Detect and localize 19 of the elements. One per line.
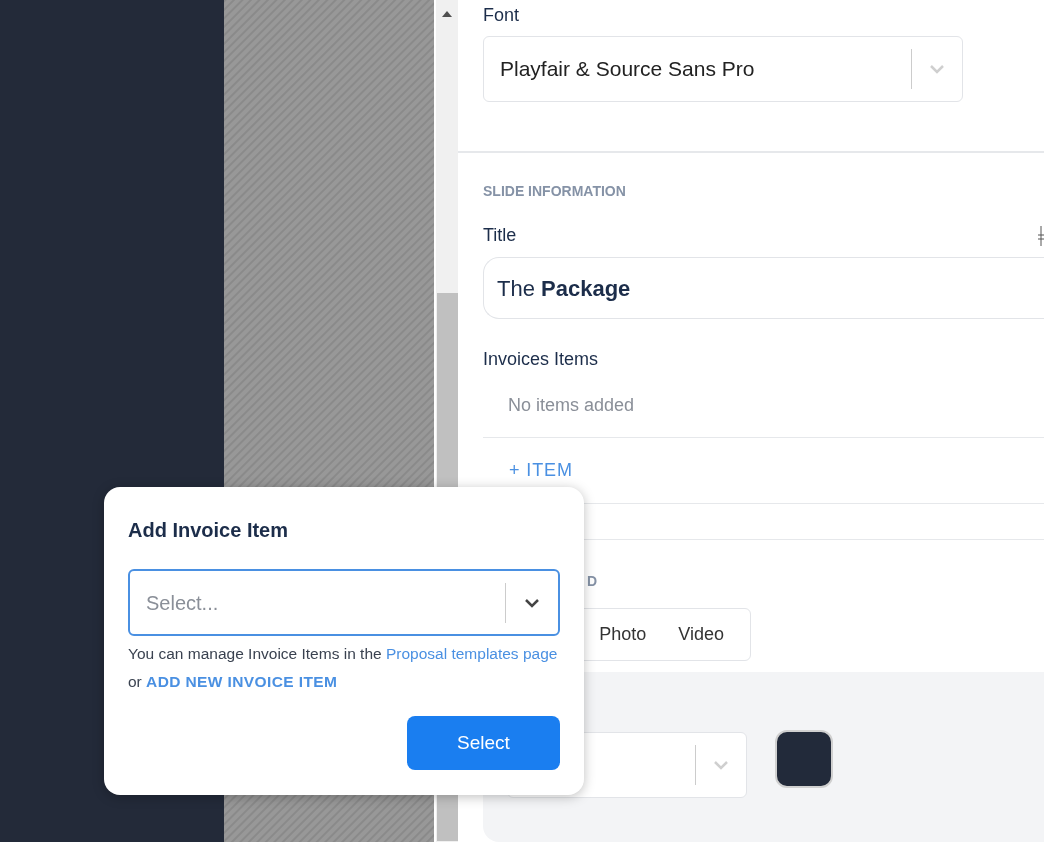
- media-tab[interactable]: Photo: [583, 615, 663, 654]
- select-button[interactable]: Select: [407, 716, 560, 770]
- invoice-item-select[interactable]: Select...: [128, 569, 560, 636]
- color-swatch[interactable]: [775, 730, 833, 788]
- font-select[interactable]: Playfair & Source Sans Pro: [483, 36, 963, 102]
- section-heading: D: [586, 572, 599, 591]
- help-text: You can manage Invoice Items in the Proposal templates page or ADD NEW INVOICE ITEM: [128, 644, 559, 692]
- dialog-title: Add Invoice Item: [128, 518, 290, 543]
- empty-state-text: No items added: [483, 392, 1044, 438]
- field-label: Invoices Items: [483, 348, 600, 371]
- title-field[interactable]: The Package: [483, 257, 1044, 319]
- media-tab[interactable]: Video: [662, 615, 740, 654]
- sliders-icon[interactable]: [1038, 225, 1044, 246]
- scroll-up-icon[interactable]: [442, 11, 452, 17]
- section-heading: SLIDE INFORMATION: [483, 182, 627, 201]
- chevron-down-icon[interactable]: [524, 597, 540, 608]
- select-input[interactable]: Select...: [146, 587, 505, 618]
- field-label: Font: [483, 4, 521, 27]
- field-label: Title: [483, 224, 518, 247]
